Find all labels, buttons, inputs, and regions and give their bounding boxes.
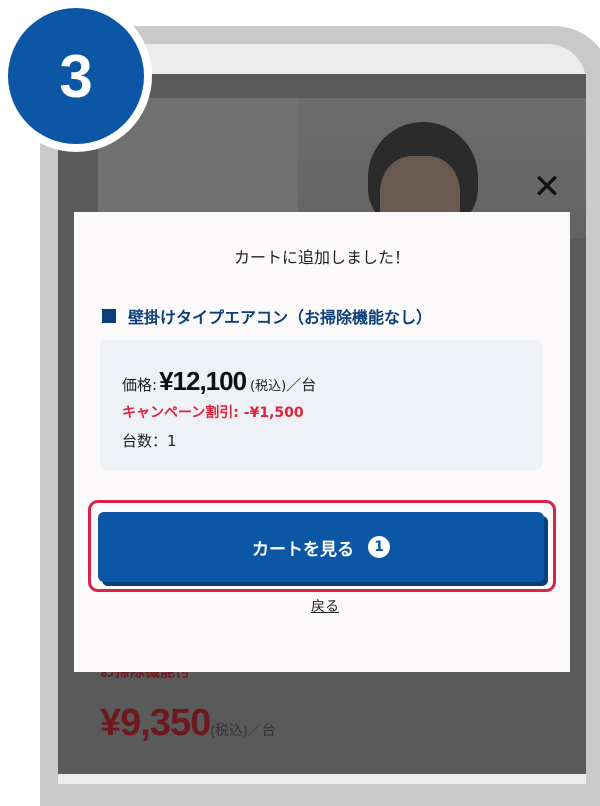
modal-title: カートに追加しました！	[233, 248, 410, 267]
step-badge: 3	[0, 0, 152, 152]
view-cart-button[interactable]: カートを見る 1	[98, 512, 544, 582]
campaign-discount: キャンペーン割引: -¥1,500	[122, 405, 304, 421]
price-line: 価格: ¥12,100 (税込) ／台	[122, 366, 316, 397]
background-price-amount: ¥9,350	[100, 702, 211, 744]
product-name: 壁掛けタイプエアコン（お掃除機能なし）	[128, 308, 433, 327]
order-info-box: 価格: ¥12,100 (税込) ／台 キャンペーン割引: -¥1,500 台数…	[100, 340, 542, 470]
price-label: 価格:	[122, 376, 158, 394]
square-bullet-icon	[102, 309, 116, 323]
price-amount: ¥12,100	[159, 366, 247, 396]
view-cart-label: カートを見る	[252, 539, 354, 560]
close-icon[interactable]: ✕	[530, 170, 564, 204]
step-number: 3	[8, 8, 144, 144]
price-tax: (税込)	[250, 379, 287, 394]
quantity: 台数：1	[122, 432, 177, 450]
background-price-suffix: (税込)／台	[210, 722, 276, 738]
price-unit: ／台	[286, 376, 317, 394]
cart-count-badge: 1	[368, 536, 390, 558]
background-price: ¥9,350(税込)／台	[100, 702, 276, 745]
product-name-row: 壁掛けタイプエアコン（お掃除機能なし）	[102, 304, 432, 328]
back-link-row: 戻る	[0, 596, 600, 616]
back-link[interactable]: 戻る	[311, 599, 339, 615]
